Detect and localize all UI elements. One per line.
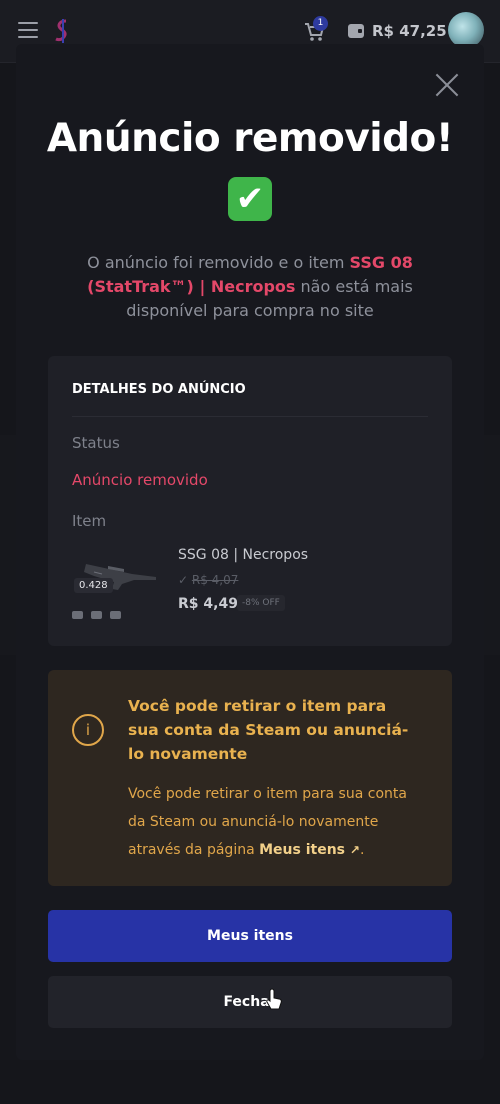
sticker-icon bbox=[91, 611, 102, 619]
discount-badge: -8% OFF bbox=[237, 595, 285, 611]
logo-icon[interactable] bbox=[52, 17, 74, 45]
wallet-icon bbox=[348, 24, 364, 38]
info-notice-card: i Você pode retirar o item para sua cont… bbox=[48, 670, 452, 886]
wallet-balance[interactable]: R$ 47,25 bbox=[372, 22, 447, 40]
hamburger-menu-icon[interactable] bbox=[18, 22, 38, 38]
listing-removed-modal: Anúncio removido! ✔ O anúncio foi removi… bbox=[16, 44, 484, 1060]
hand-cursor-icon bbox=[266, 988, 282, 1010]
info-icon: i bbox=[72, 714, 104, 746]
divider bbox=[72, 416, 428, 417]
user-avatar[interactable] bbox=[448, 12, 484, 48]
info-body: Você pode retirar o item para sua conta … bbox=[128, 780, 418, 864]
old-price: ✓ R$ 4,07 bbox=[178, 573, 239, 587]
item-label: Item bbox=[72, 512, 107, 530]
my-items-link-label[interactable]: Meus itens bbox=[259, 842, 345, 858]
sticker-icon bbox=[110, 611, 121, 619]
my-items-link[interactable]: Meus itens ↗ bbox=[259, 842, 360, 858]
float-value-badge: 0.428 bbox=[74, 578, 113, 593]
info-body-end: . bbox=[359, 842, 365, 858]
close-icon[interactable] bbox=[434, 72, 460, 98]
status-value: Anúncio removido bbox=[72, 471, 208, 489]
my-items-button[interactable]: Meus itens bbox=[48, 910, 452, 962]
item-name: SSG 08 | Necropos bbox=[178, 547, 309, 563]
external-link-icon[interactable]: ↗ bbox=[350, 843, 360, 857]
old-price-value: R$ 4,07 bbox=[191, 573, 239, 587]
close-button[interactable]: Fechar bbox=[48, 976, 452, 1028]
details-heading: DETALHES DO ANÚNCIO bbox=[72, 382, 246, 397]
new-price: R$ 4,49 bbox=[178, 596, 238, 612]
stickers-row bbox=[72, 604, 129, 623]
listing-details-card: DETALHES DO ANÚNCIO Status Anúncio remov… bbox=[48, 356, 452, 646]
info-title: Você pode retirar o item para sua conta … bbox=[128, 697, 409, 763]
status-label: Status bbox=[72, 434, 120, 452]
sticker-icon bbox=[72, 611, 83, 619]
cart-count-badge: 1 bbox=[313, 16, 328, 31]
modal-description: O anúncio foi removido e o item SSG 08 (… bbox=[46, 251, 454, 323]
check-mark-icon: ✔ bbox=[228, 177, 272, 221]
description-text: O anúncio foi removido e o item bbox=[87, 253, 350, 272]
modal-title: Anúncio removido! bbox=[46, 116, 454, 161]
